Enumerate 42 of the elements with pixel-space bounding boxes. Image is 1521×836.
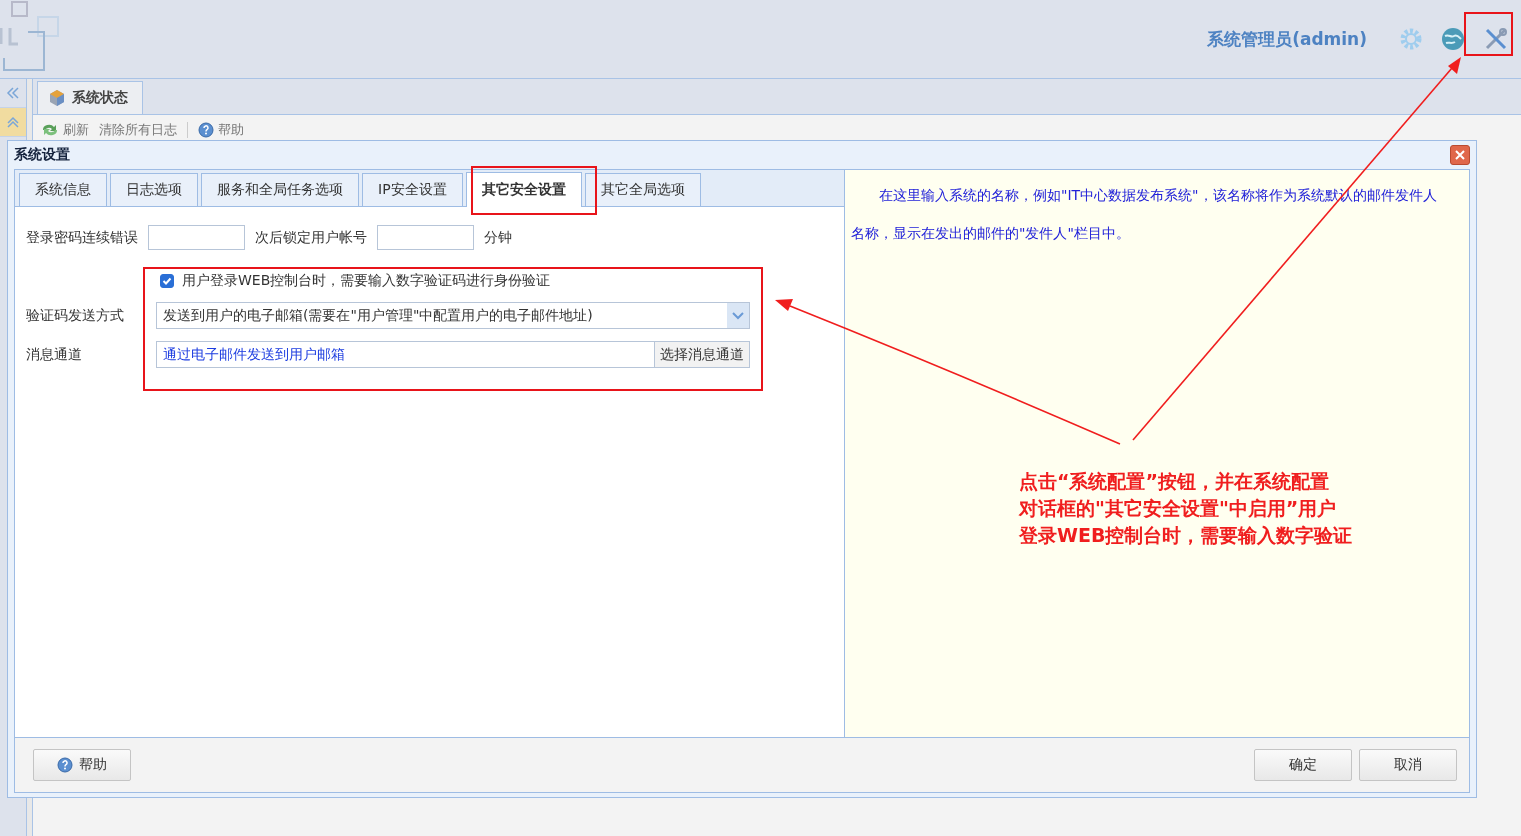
select-channel-button[interactable]: 选择消息通道 (654, 342, 749, 367)
lockout-label: 次后锁定用户帐号 (255, 228, 367, 247)
lockout-label: 登录密码连续错误 (26, 228, 138, 247)
tools-icon[interactable] (1483, 26, 1509, 52)
toolbar-button[interactable]: 帮助 (198, 121, 244, 139)
close-button[interactable] (1450, 145, 1470, 165)
settings-tab[interactable]: 其它安全设置 (465, 172, 582, 207)
collapse-icon[interactable] (6, 87, 20, 99)
attempts-input[interactable] (148, 225, 245, 250)
annotation-text: 点击“系统配置”按钮，并在系统配置 对话框的"其它安全设置"中启用”用户 登录WEB控制台时，需要输入数字验证 (1019, 469, 1353, 548)
help-icon (57, 757, 73, 773)
user-name: 系统管理员(admin) (1207, 27, 1367, 51)
caret-icon (732, 311, 744, 320)
refresh-icon (41, 123, 59, 137)
gear-icon[interactable] (1399, 27, 1423, 51)
send-method-label: 验证码发送方式 (26, 306, 125, 325)
highlight-frame (1464, 12, 1513, 56)
close-icon (1455, 150, 1465, 160)
help-button[interactable]: 帮助 (33, 749, 131, 781)
logo-icon (0, 0, 62, 74)
unit-label: 分钟 (484, 228, 512, 247)
status-tab[interactable]: 系统状态 (37, 81, 143, 114)
settings-tab[interactable]: 其它全局选项 (584, 173, 701, 206)
toolbar-button[interactable]: 刷新 (41, 121, 89, 139)
send-method-dropdown[interactable]: 发送到用户的电子邮箱(需要在"用户管理"中配置用户的电子邮件地址) (156, 302, 750, 329)
captcha-checkbox[interactable] (160, 274, 174, 288)
minutes-input[interactable] (377, 225, 474, 250)
settings-tab[interactable]: IP安全设置 (362, 173, 463, 206)
settings-tab[interactable]: 日志选项 (110, 173, 198, 206)
settings-tab[interactable]: 服务和全局任务选项 (201, 173, 359, 206)
channel-field[interactable]: 通过电子邮件发送到用户邮箱 选择消息通道 (156, 341, 750, 368)
help-icon (198, 122, 214, 138)
channel-label: 消息通道 (26, 345, 83, 364)
dialog-button[interactable]: 取消 (1359, 749, 1457, 781)
cube-icon (48, 89, 66, 107)
dialog-title: 系统设置 (14, 146, 70, 164)
globe-icon[interactable] (1441, 27, 1465, 51)
settings-tab[interactable]: 系统信息 (19, 173, 107, 206)
toolbar-button[interactable]: 清除所有日志 (99, 121, 177, 139)
dialog-button[interactable]: 确定 (1254, 749, 1352, 781)
chevron-up-icon[interactable] (6, 116, 20, 128)
captcha-label: 用户登录WEB控制台时，需要输入数字验证码进行身份验证 (182, 272, 551, 290)
